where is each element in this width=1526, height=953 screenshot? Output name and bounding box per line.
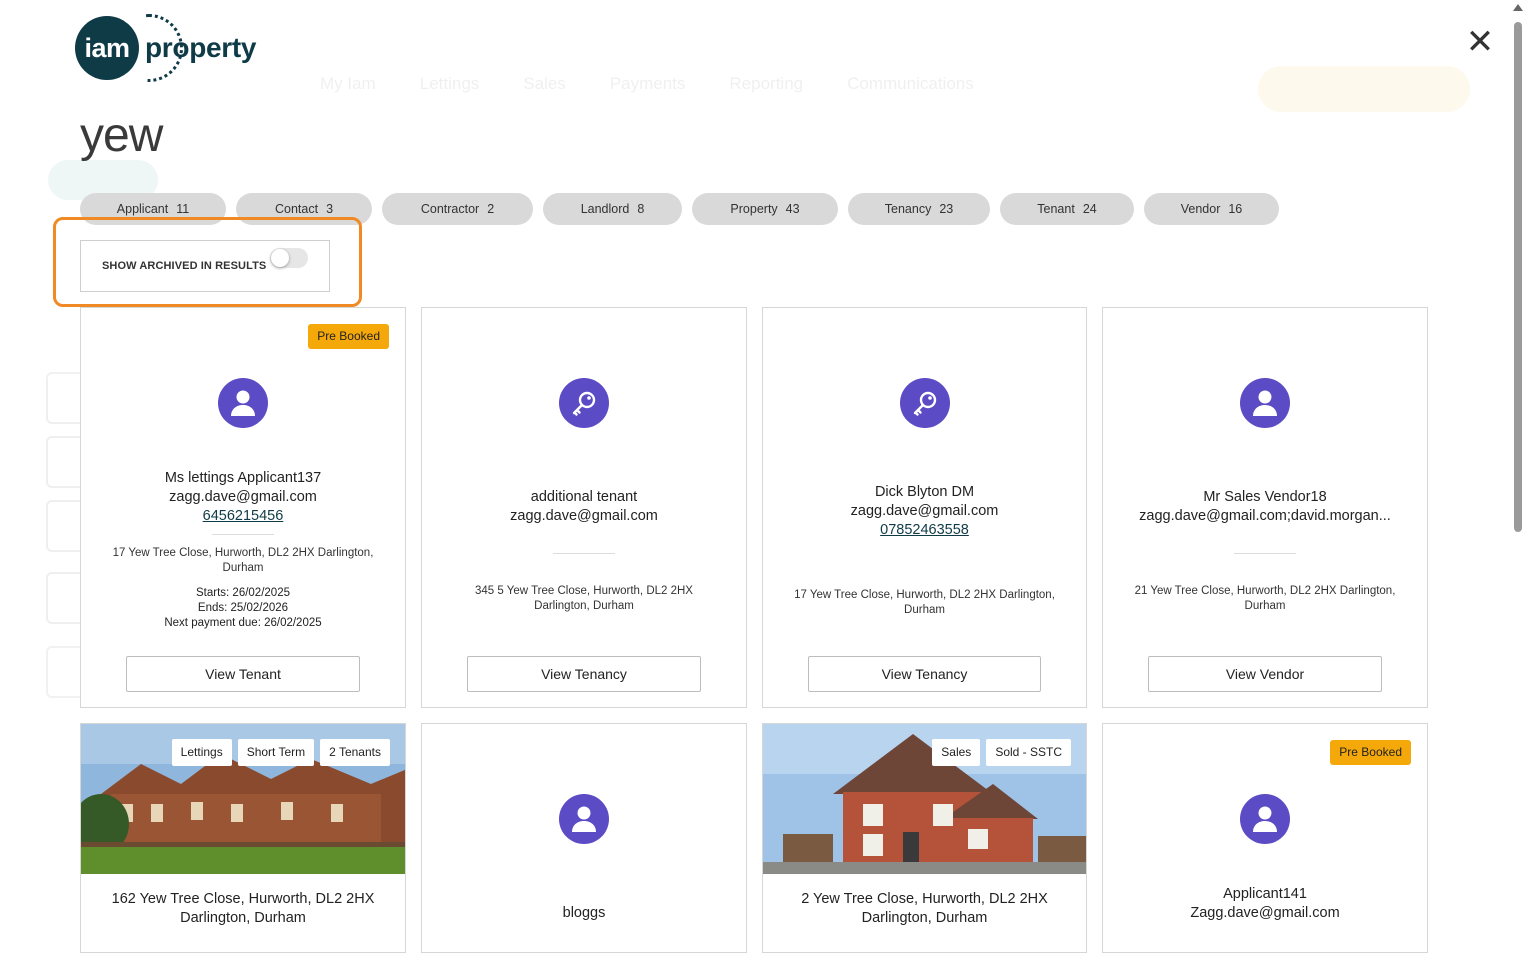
card-address: 17 Yew Tree Close, Hurworth, DL2 2HX Dar… xyxy=(789,588,1060,618)
chip-count: 11 xyxy=(176,202,189,216)
chip-count: 23 xyxy=(939,202,953,216)
person-icon xyxy=(1240,378,1290,428)
divider xyxy=(553,553,615,554)
search-overlay: iam property ✕ yew Applicant11 Contact3 … xyxy=(0,0,1526,924)
tenancy-start: Starts: 26/02/2025 xyxy=(81,586,405,601)
chip-count: 43 xyxy=(786,202,800,216)
property-address: 162 Yew Tree Close, Hurworth, DL2 2HX Da… xyxy=(91,890,395,928)
card-address: 345 5 Yew Tree Close, Hurworth, DL2 2HX … xyxy=(448,584,720,614)
view-tenant-button[interactable]: View Tenant xyxy=(126,656,360,692)
result-card-contact: bloggs xyxy=(421,723,747,953)
person-icon xyxy=(559,794,609,844)
card-name: Dick Blyton DM xyxy=(763,483,1086,502)
logo-mark: iam xyxy=(75,16,139,80)
card-name: additional tenant xyxy=(422,488,746,507)
card-email: zagg.dave@gmail.com xyxy=(432,507,736,526)
chip-count: 8 xyxy=(637,202,644,216)
tag-sold-sstc: Sold - SSTC xyxy=(986,739,1071,766)
person-icon xyxy=(218,378,268,428)
card-phone-link[interactable]: 6456215456 xyxy=(81,507,405,526)
chip-count: 2 xyxy=(487,202,494,216)
chip-label: Landlord xyxy=(581,202,630,216)
card-name: Applicant141 xyxy=(1103,885,1427,904)
view-tenancy-button[interactable]: View Tenancy xyxy=(808,656,1041,692)
view-vendor-button[interactable]: View Vendor xyxy=(1148,656,1382,692)
card-email: Zagg.dave@gmail.com xyxy=(1113,904,1417,923)
result-card-tenancy: additional tenant zagg.dave@gmail.com 34… xyxy=(421,307,747,708)
divider xyxy=(1234,553,1296,554)
filter-chip-tenancy[interactable]: Tenancy 23 xyxy=(848,193,990,225)
chip-label: Applicant xyxy=(117,202,168,216)
property-tags: Sales Sold - SSTC xyxy=(932,739,1071,766)
result-card-property: Sales Sold - SSTC 2 Yew Tree Close, Hurw… xyxy=(762,723,1087,953)
card-name: Mr Sales Vendor18 xyxy=(1103,488,1427,507)
show-archived-toggle[interactable] xyxy=(270,248,308,268)
view-tenancy-button[interactable]: View Tenancy xyxy=(467,656,701,692)
result-card-vendor: Mr Sales Vendor18 zagg.dave@gmail.com;da… xyxy=(1102,307,1428,708)
result-card-tenancy: Dick Blyton DM zagg.dave@gmail.com 07852… xyxy=(762,307,1087,708)
card-name: bloggs xyxy=(422,904,746,923)
chip-count: 16 xyxy=(1228,202,1242,216)
scroll-up-arrow[interactable] xyxy=(1513,4,1523,11)
show-archived-control: SHOW ARCHIVED IN RESULTS xyxy=(80,240,330,292)
result-card-property: Lettings Short Term 2 Tenants 162 Yew Tr… xyxy=(80,723,406,953)
chip-label: Tenancy xyxy=(885,202,932,216)
card-email: zagg.dave@gmail.com;david.morgan... xyxy=(1113,507,1417,526)
chip-count: 24 xyxy=(1083,202,1097,216)
filter-chip-property[interactable]: Property 43 xyxy=(692,193,838,225)
filter-chip-vendor[interactable]: Vendor 16 xyxy=(1144,193,1279,225)
card-address: 17 Yew Tree Close, Hurworth, DL2 2HX Dar… xyxy=(107,546,379,576)
key-icon xyxy=(900,378,950,428)
tag-sales: Sales xyxy=(932,739,980,766)
filter-chip-tenant[interactable]: Tenant 24 xyxy=(1000,193,1134,225)
card-phone-link[interactable]: 07852463558 xyxy=(763,521,1086,540)
key-icon xyxy=(559,378,609,428)
tag-lettings: Lettings xyxy=(172,739,232,766)
property-tags: Lettings Short Term 2 Tenants xyxy=(172,739,390,766)
person-icon xyxy=(1240,794,1290,844)
close-icon[interactable]: ✕ xyxy=(1464,26,1496,58)
card-name: Ms lettings Applicant137 xyxy=(81,469,405,488)
chip-label: Property xyxy=(730,202,777,216)
chip-label: Tenant xyxy=(1037,202,1075,216)
search-query: yew xyxy=(80,108,162,164)
filter-chip-contractor[interactable]: Contractor 2 xyxy=(382,193,533,225)
card-email: zagg.dave@gmail.com xyxy=(773,502,1076,521)
next-payment: Next payment due: 26/02/2025 xyxy=(81,616,405,631)
scrollbar[interactable] xyxy=(1514,22,1522,532)
result-card-applicant: Pre Booked Applicant141 Zagg.dave@gmail.… xyxy=(1102,723,1428,953)
property-address: 2 Yew Tree Close, Hurworth, DL2 2HX Darl… xyxy=(773,890,1076,928)
card-email: zagg.dave@gmail.com xyxy=(91,488,395,507)
tag-short-term: Short Term xyxy=(238,739,314,766)
chip-label: Contractor xyxy=(421,202,479,216)
tag-tenants: 2 Tenants xyxy=(320,739,390,766)
status-badge: Pre Booked xyxy=(1330,740,1411,765)
card-address: 21 Yew Tree Close, Hurworth, DL2 2HX Dar… xyxy=(1129,584,1401,614)
chip-count: 3 xyxy=(326,202,333,216)
logo: iam property xyxy=(75,16,256,80)
status-badge: Pre Booked xyxy=(308,324,389,349)
toggle-knob xyxy=(271,249,289,267)
result-card-tenant: Pre Booked Ms lettings Applicant137 zagg… xyxy=(80,307,406,708)
tenancy-end: Ends: 25/02/2026 xyxy=(81,601,405,616)
divider xyxy=(212,534,274,535)
chip-label: Contact xyxy=(275,202,318,216)
filter-chip-landlord[interactable]: Landlord 8 xyxy=(543,193,682,225)
chip-label: Vendor xyxy=(1181,202,1221,216)
show-archived-label: SHOW ARCHIVED IN RESULTS xyxy=(102,260,266,272)
